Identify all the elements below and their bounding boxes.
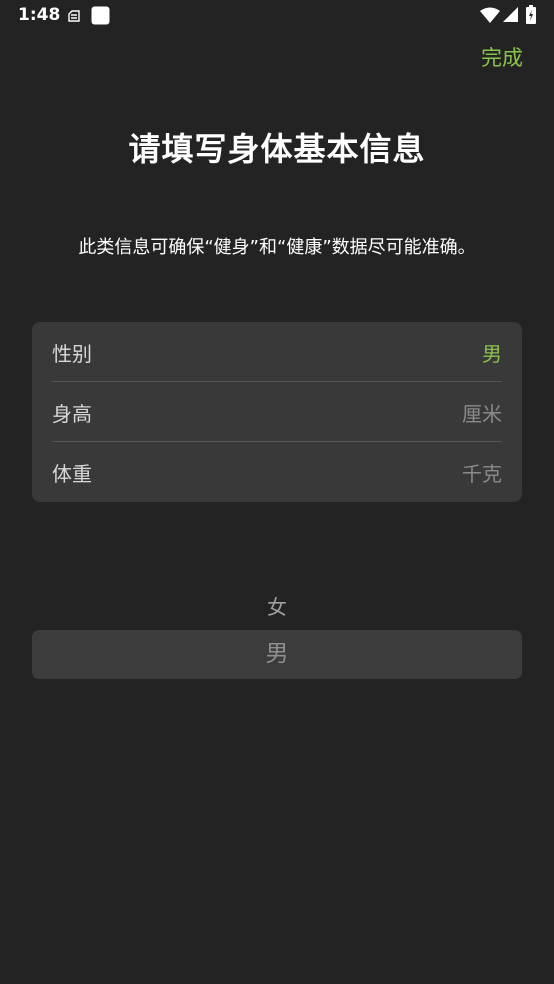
weight-unit: 千克 [462, 462, 502, 486]
gender-label: 性别 [52, 342, 92, 366]
body-info-card: 性别 男 身高 厘米 体重 千克 [32, 322, 522, 502]
picker-option-female[interactable]: 女 [0, 591, 554, 620]
done-button[interactable]: 完成 [481, 42, 523, 72]
gender-row[interactable]: 性别 男 [52, 322, 502, 382]
signal-icon [503, 7, 518, 22]
page-title: 请填写身体基本信息 [128, 130, 426, 168]
battery-charging-icon [526, 5, 536, 24]
page-subtitle: 此类信息可确保“健身”和“健康”数据尽可能准确。 [78, 237, 476, 258]
notification-icon [68, 10, 80, 22]
status-time: 1:48 [18, 5, 61, 25]
height-unit: 厘米 [462, 402, 502, 426]
height-label: 身高 [52, 402, 92, 426]
height-row[interactable]: 身高 厘米 [52, 382, 502, 442]
wifi-icon [480, 7, 500, 23]
picker-selected-option[interactable]: 男 [32, 630, 522, 679]
status-bar: 1:48 [0, 0, 554, 32]
app-notification-icon [91, 6, 110, 25]
gender-value: 男 [482, 342, 502, 366]
weight-row[interactable]: 体重 千克 [52, 442, 502, 502]
weight-label: 体重 [52, 462, 92, 486]
picker-selected-label: 男 [265, 641, 289, 667]
